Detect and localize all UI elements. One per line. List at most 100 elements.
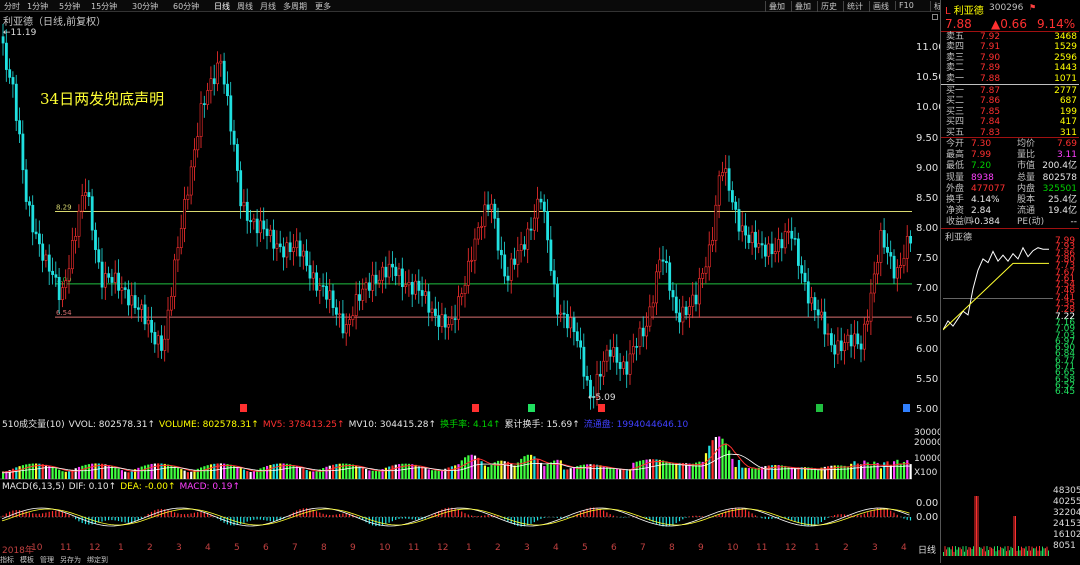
- period-tab[interactable]: 多周期: [283, 1, 307, 12]
- candle-body: [843, 342, 847, 352]
- candle-body: [216, 62, 220, 85]
- volume-bar: [556, 459, 559, 479]
- mini-volume-bar: [994, 546, 995, 556]
- period-tab[interactable]: 周线: [237, 1, 253, 12]
- volume-bar: [312, 471, 315, 479]
- volume-bar: [351, 464, 354, 479]
- candle-body: [311, 272, 315, 279]
- period-tab[interactable]: 30分钟: [132, 1, 158, 12]
- date-axis-label: 8: [669, 543, 675, 553]
- date-axis-label: 5: [234, 543, 240, 553]
- date-axis-label: 2: [843, 543, 849, 553]
- date-axis-label: 7: [292, 543, 298, 553]
- mini-volume-bar: [1013, 516, 1015, 556]
- candle-body: [542, 201, 546, 212]
- price-chart[interactable]: 8.297.096.54: [0, 24, 912, 416]
- candle-body: [229, 95, 233, 132]
- candle-body: [433, 308, 437, 316]
- volume-bar: [734, 466, 737, 479]
- volume-bar: [200, 467, 203, 479]
- mini-volume-bar: [946, 549, 947, 556]
- volume-bar: [325, 466, 328, 479]
- volume-bar: [186, 472, 189, 479]
- candle-body: [292, 247, 295, 253]
- volume-bar: [104, 464, 107, 479]
- candle-body: [397, 268, 401, 277]
- volume-bar: [543, 466, 546, 479]
- mini-volume-bar: [970, 547, 971, 556]
- candle-body: [777, 239, 781, 252]
- volume-bar: [539, 462, 543, 479]
- volume-bar: [457, 464, 460, 479]
- volume-bar: [25, 464, 28, 479]
- volume-bar: [315, 470, 318, 479]
- volume-bar: [252, 471, 255, 479]
- candle-body: [265, 228, 269, 236]
- volume-bar: [378, 470, 381, 479]
- candle-body: [71, 240, 74, 270]
- candle-body: [671, 290, 675, 298]
- candle-body: [585, 376, 589, 381]
- volume-bar: [292, 465, 295, 479]
- period-tab[interactable]: 月线: [260, 1, 276, 12]
- date-axis-label: 8: [321, 543, 327, 553]
- candle-body: [318, 285, 322, 291]
- candle-body: [179, 228, 183, 248]
- candle-body: [143, 304, 147, 325]
- date-axis: 2018年 10 11 12 1 2 3 4 5 6 7 8 9 10 11 12 1 2 3 4 5 6 7 8 9 10 11 1…: [0, 543, 912, 556]
- candle-body: [727, 168, 731, 191]
- period-tab[interactable]: 5分钟: [59, 1, 80, 12]
- volume-bar: [190, 471, 193, 479]
- candle-body: [278, 243, 282, 248]
- date-axis-label: 7: [640, 543, 646, 553]
- candle-body: [658, 259, 662, 273]
- period-tab[interactable]: 更多: [315, 1, 331, 12]
- period-tab[interactable]: 60分钟: [173, 1, 199, 12]
- mini-vol-axis-label: 40255: [1053, 497, 1080, 507]
- period-label[interactable]: 日线: [918, 543, 936, 556]
- volume-bar: [714, 436, 717, 479]
- period-tab[interactable]: 15分钟: [91, 1, 117, 12]
- mini-volume-bar: [958, 547, 959, 556]
- volume-bar: [625, 469, 628, 479]
- mini-volume-bar: [1034, 548, 1036, 556]
- toolbar-button[interactable]: 叠加: [791, 1, 811, 12]
- candle-body: [28, 201, 31, 206]
- volume-bar: [68, 471, 71, 479]
- volume-bar: [11, 468, 15, 479]
- toolbar-button[interactable]: 叠加: [765, 1, 785, 12]
- mini-volume-bar: [1024, 548, 1025, 556]
- period-tab[interactable]: 日线: [214, 1, 230, 12]
- volume-bar: [322, 468, 325, 479]
- date-axis-label: 4: [901, 543, 907, 553]
- event-marker: [240, 404, 247, 412]
- candle-body: [404, 284, 408, 288]
- candle-body: [536, 198, 540, 219]
- candle-body: [430, 308, 434, 313]
- volume-bar: [81, 465, 84, 479]
- volume-bar: [744, 467, 747, 479]
- volume-bar: [84, 464, 87, 479]
- candle-body: [598, 373, 602, 377]
- volume-bar: [536, 459, 539, 479]
- menu-icon[interactable]: [932, 14, 938, 20]
- toolbar-button[interactable]: 画线: [869, 1, 889, 12]
- toolbar-button[interactable]: 统计: [843, 1, 863, 12]
- volume-bar: [741, 467, 744, 479]
- volume-bar: [384, 467, 387, 479]
- candle-body: [575, 331, 579, 342]
- toolbar-button[interactable]: 历史: [817, 1, 837, 12]
- candle-body: [100, 261, 104, 288]
- volume-bar: [566, 469, 569, 479]
- volume-bar: [332, 464, 335, 479]
- flag-icon: ⚑: [1029, 3, 1037, 12]
- volume-bar: [427, 469, 430, 479]
- period-tab[interactable]: 1分钟: [27, 1, 48, 12]
- candle-body: [618, 362, 622, 369]
- date-axis-label: 12: [437, 543, 449, 553]
- mini-volume-bar: [1033, 548, 1034, 556]
- toolbar-button[interactable]: F10: [895, 1, 914, 10]
- macd-axis-label: 0.00: [916, 512, 939, 523]
- mini-price-line: [943, 246, 1049, 331]
- period-tab[interactable]: 分时: [4, 1, 20, 12]
